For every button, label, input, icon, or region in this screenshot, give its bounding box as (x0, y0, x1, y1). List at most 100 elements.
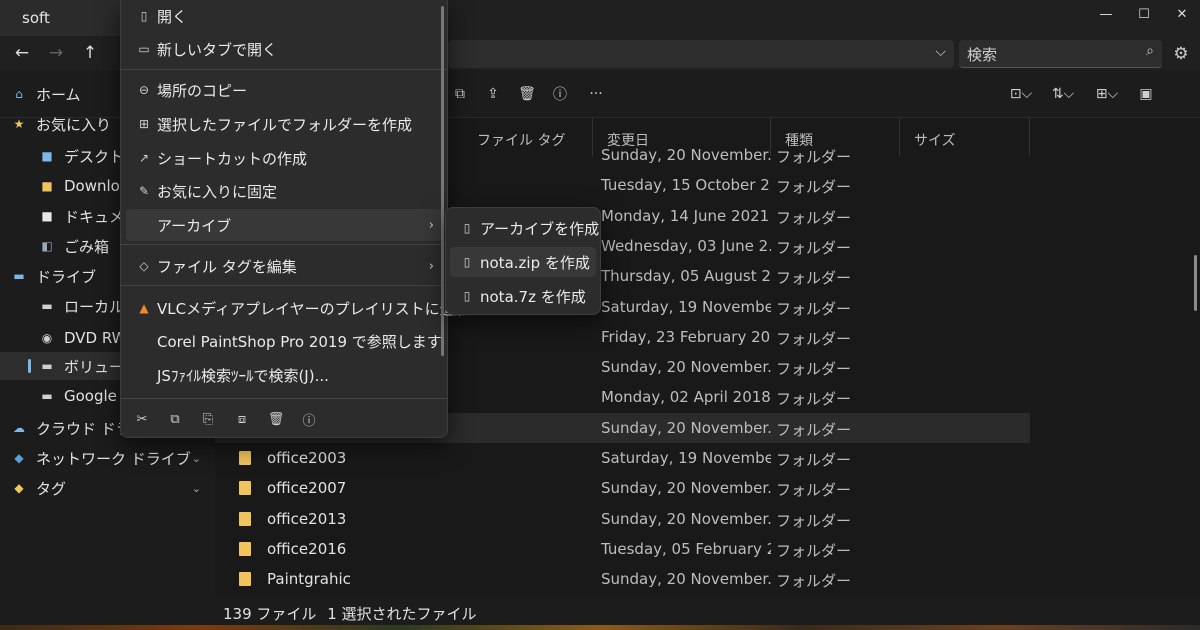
context-menu-item[interactable]: ▯ 開く (126, 0, 442, 32)
chevron-down-icon[interactable]: ⌄ (192, 482, 201, 495)
context-menu-actions: ✂ ⧉ ⎘ ⧈ 🗑 ⓘ (121, 404, 447, 434)
volume-icon: ▬ (41, 359, 53, 373)
up-button[interactable]: ↑ (76, 40, 104, 66)
table-row[interactable]: office2003 Saturday, 19 Novembe... フォルダー (215, 443, 1030, 473)
more-icon[interactable]: ··· (584, 84, 608, 104)
table-row[interactable]: Paintgrahic Sunday, 20 November... フォルダー (215, 564, 1030, 594)
file-count: 139 ファイル (223, 605, 317, 623)
vlc-icon: ▲ (139, 301, 149, 315)
context-menu-item[interactable]: ▭ 新しいタブで開く (126, 33, 442, 65)
file-type: フォルダー (776, 420, 852, 439)
folder-icon (239, 572, 251, 587)
delete-icon[interactable]: 🗑 (265, 408, 287, 430)
archive-submenu: ▯ アーカイブを作成 ▯ nota.zip を作成 ▯ nota.7z を作成 (445, 207, 601, 315)
properties-icon[interactable]: ⓘ (298, 408, 320, 430)
table-row[interactable]: office2016 Tuesday, 05 February 2... フォルダー (215, 534, 1030, 564)
submenu-item[interactable]: ▯ アーカイブを作成 (450, 213, 599, 243)
forward-button[interactable]: → (42, 40, 70, 66)
file-type: フォルダー (776, 572, 852, 591)
properties-icon[interactable]: ⓘ (548, 84, 572, 104)
chevron-right-icon: › (428, 258, 434, 274)
sort-icon[interactable]: ⇅⌵ (1046, 84, 1080, 104)
file-name: office2013 (267, 509, 347, 528)
sidebar-item[interactable]: ◆ ネットワーク ドライブ ⌄ (0, 444, 215, 472)
maximize-button[interactable]: ☐ (1124, 0, 1164, 28)
open-icon: ▯ (140, 9, 148, 23)
context-menu-label: VLCメディアプレイヤーのプレイリストに追加 (157, 299, 470, 318)
star-icon: ★ (13, 117, 25, 131)
menu-divider (121, 69, 447, 70)
paste-icon[interactable]: ⎘ (197, 408, 219, 430)
sidebar-item[interactable]: ◆ タグ ⌄ (0, 474, 215, 502)
submenu-item[interactable]: ▯ nota.7z を作成 (450, 281, 596, 311)
dvd-icon: ◉ (41, 331, 53, 345)
file-type: フォルダー (776, 541, 852, 560)
submenu-item[interactable]: ▯ nota.zip を作成 (450, 247, 596, 277)
tab-soft[interactable]: soft (0, 0, 120, 36)
file-type: フォルダー (776, 481, 852, 500)
context-menu-label: Corel PaintShop Pro 2019 で参照します (157, 332, 442, 351)
context-menu-label: 場所のコピー (157, 81, 248, 100)
copy-icon[interactable]: ⧉ (164, 408, 186, 430)
gear-icon[interactable]: ⚙ (1168, 40, 1194, 68)
search-icon: ⌕ (1146, 43, 1154, 59)
rename-icon[interactable]: ⧈ (231, 408, 253, 430)
minimize-button[interactable]: — (1086, 0, 1126, 28)
table-row[interactable]: office2013 Sunday, 20 November... フォルダー (215, 504, 1030, 534)
share-icon[interactable]: ⇪ (481, 84, 505, 104)
context-menu-label: お気に入りに固定 (157, 182, 278, 201)
context-menu-item[interactable]: ↗ ショートカットの作成 (126, 142, 442, 174)
context-menu-item[interactable]: ▲ VLCメディアプレイヤーのプレイリストに追加 (126, 292, 469, 324)
context-menu-item[interactable]: ⊖ 場所のコピー (126, 74, 442, 106)
layout-icon[interactable]: ⊞⌵ (1090, 84, 1124, 104)
new-folder-icon: ⊞ (138, 117, 150, 131)
close-button[interactable]: ✕ (1162, 0, 1200, 28)
file-date: Tuesday, 15 October 2... (601, 176, 771, 195)
network-icon: ◆ (14, 451, 24, 465)
file-type: フォルダー (776, 178, 852, 197)
delete-icon[interactable]: 🗑 (515, 84, 539, 104)
file-name: office2007 (267, 479, 347, 498)
context-menu-scrollbar[interactable] (441, 6, 444, 356)
table-row[interactable]: office2007 Sunday, 20 November... フォルダー (215, 473, 1030, 503)
cloud-icon: ☁ (13, 421, 25, 435)
folder-icon (239, 541, 251, 556)
chevron-down-icon[interactable]: ⌵ (935, 44, 946, 60)
file-type: フォルダー (776, 148, 852, 166)
chevron-down-icon[interactable]: ⌄ (192, 452, 201, 465)
selection-count: 1 選択されたファイル (327, 605, 477, 623)
search-placeholder: 検索 (967, 46, 998, 64)
file-name: office2016 (267, 539, 347, 558)
copy-path-icon[interactable]: ⧉ (448, 84, 472, 104)
vertical-scrollbar[interactable] (1194, 255, 1197, 311)
archive-file-icon: ▯ (463, 221, 471, 235)
menu-divider (121, 398, 447, 399)
tag-edit-icon: ◇ (139, 259, 149, 273)
file-type: フォルダー (776, 511, 852, 530)
context-menu-item[interactable]: ◇ ファイル タグを編集 › (126, 250, 442, 282)
sidebar-item-label: DVD RW (64, 329, 127, 347)
file-date: Monday, 14 June 2021 (601, 206, 770, 225)
selection-indicator (28, 359, 31, 373)
shortcut-icon: ↗ (138, 151, 150, 165)
address-bar[interactable]: ⌵ (448, 40, 954, 68)
file-type: フォルダー (776, 299, 852, 318)
drive-icon: ▬ (13, 269, 25, 283)
status-bar: 139 ファイル 1 選択されたファイル (215, 597, 1200, 625)
select-mode-icon[interactable]: ⊡⌵ (1004, 84, 1038, 104)
search-input[interactable]: 検索 ⌕ (959, 40, 1162, 68)
file-date: Sunday, 20 November... (601, 146, 771, 164)
context-menu-item[interactable]: アーカイブ › (126, 209, 442, 241)
file-date: Saturday, 19 Novembe... (601, 297, 771, 316)
cut-icon[interactable]: ✂ (131, 408, 153, 430)
context-menu-item[interactable]: Corel PaintShop Pro 2019 で参照します (126, 325, 442, 357)
preview-pane-icon[interactable]: ▣ (1134, 84, 1158, 104)
menu-divider (121, 244, 447, 245)
file-date: Sunday, 20 November... (601, 509, 771, 528)
context-menu-item[interactable]: ✎ お気に入りに固定 (126, 175, 442, 207)
context-menu-item[interactable]: ⊞ 選択したファイルでフォルダーを作成 (126, 108, 442, 140)
context-menu-item[interactable]: JSﾌｧｲﾙ検索ﾂｰﾙで検索(J)... (126, 359, 442, 391)
submenu-label: nota.zip を作成 (480, 253, 590, 272)
back-button[interactable]: ← (8, 40, 36, 66)
desktop-icon: ■ (41, 149, 53, 163)
